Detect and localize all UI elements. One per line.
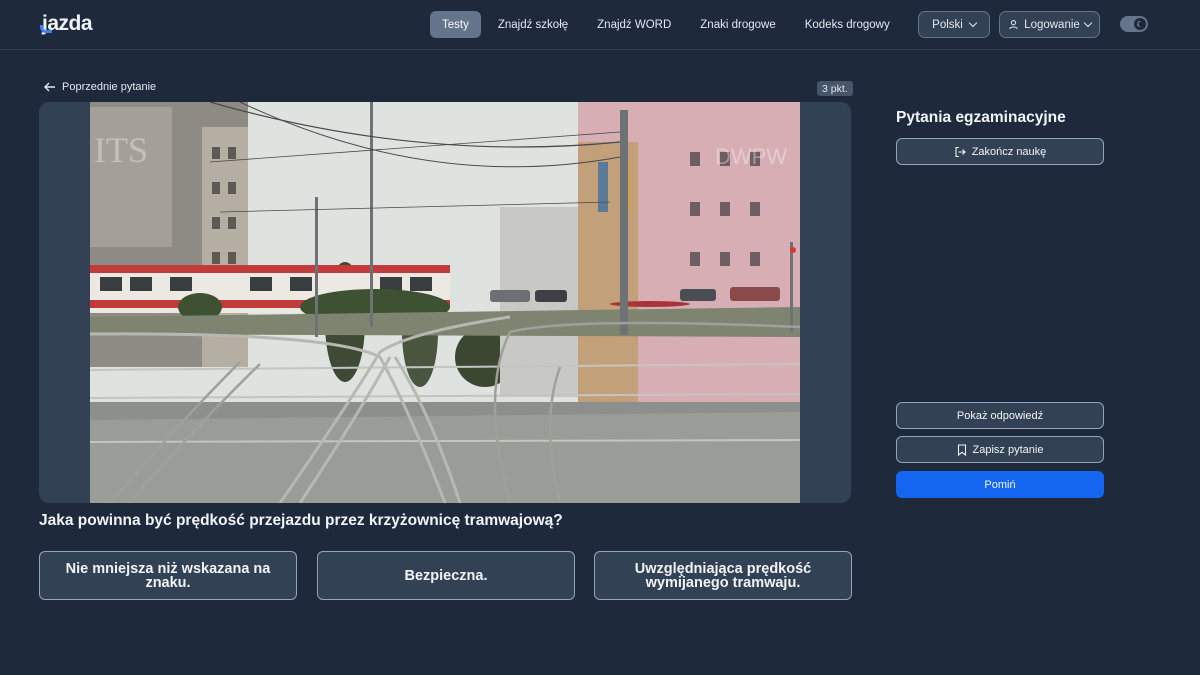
language-label: Polski <box>932 18 963 31</box>
nav-testy[interactable]: Testy <box>430 11 481 38</box>
nav-znajdz-word[interactable]: Znajdź WORD <box>585 11 683 38</box>
user-icon <box>1009 20 1019 30</box>
logout-icon <box>955 146 966 157</box>
bookmark-icon <box>957 443 966 456</box>
previous-question-label: Poprzednie pytanie <box>62 81 157 93</box>
nav-znajdz-szkole[interactable]: Znajdź szkołę <box>486 11 580 38</box>
answer-option-3[interactable]: Uwzględniająca prędkość wymijanego tramw… <box>594 551 852 600</box>
show-answer-button[interactable]: Pokaż odpowiedź <box>896 402 1104 429</box>
skip-button[interactable]: Pomiń <box>896 471 1104 498</box>
language-select[interactable]: Polski <box>918 11 990 38</box>
watermark-dwpw: DWPW <box>715 144 787 169</box>
login-label: Logowanie <box>1024 18 1080 31</box>
end-study-button[interactable]: Zakończ naukę <box>896 138 1104 165</box>
theme-toggle[interactable]: ☾ <box>1120 16 1148 32</box>
main-nav: Testy Znajdź szkołę Znajdź WORD Znaki dr… <box>430 11 959 38</box>
answer-option-2[interactable]: Bezpieczna. <box>317 551 575 600</box>
watermark-its: ITS <box>94 130 148 170</box>
points-badge: 3 pkt. <box>817 81 853 96</box>
show-answer-label: Pokaż odpowiedź <box>956 409 1044 422</box>
arrow-left-icon <box>44 82 55 92</box>
moon-icon: ☾ <box>1134 18 1146 30</box>
skip-label: Pomiń <box>984 478 1016 491</box>
sidebar-title: Pytania egzaminacyjne <box>896 109 1066 126</box>
previous-question-link[interactable]: Poprzednie pytanie <box>44 81 156 93</box>
question-text: Jaka powinna być prędkość przejazdu prze… <box>39 512 563 529</box>
chevron-down-icon <box>968 18 978 27</box>
nav-znaki-drogowe[interactable]: Znaki drogowe <box>688 11 787 38</box>
jazda-logo[interactable]: jazda <box>39 12 93 36</box>
chevron-down-icon <box>1083 18 1093 27</box>
answer-option-1[interactable]: Nie mniejsza niż wskazana na znaku. <box>39 551 297 600</box>
question-image: ITS DWPW <box>90 102 800 503</box>
end-study-label: Zakończ naukę <box>971 145 1047 158</box>
save-question-button[interactable]: Zapisz pytanie <box>896 436 1104 463</box>
nav-kodeks-drogowy[interactable]: Kodeks drogowy <box>793 11 902 38</box>
save-question-label: Zapisz pytanie <box>972 443 1044 456</box>
top-navbar: jazda Testy Znajdź szkołę Znajdź WORD Zn… <box>0 0 1200 50</box>
question-media: ITS DWPW <box>39 102 851 503</box>
login-button[interactable]: Logowanie <box>999 11 1100 38</box>
